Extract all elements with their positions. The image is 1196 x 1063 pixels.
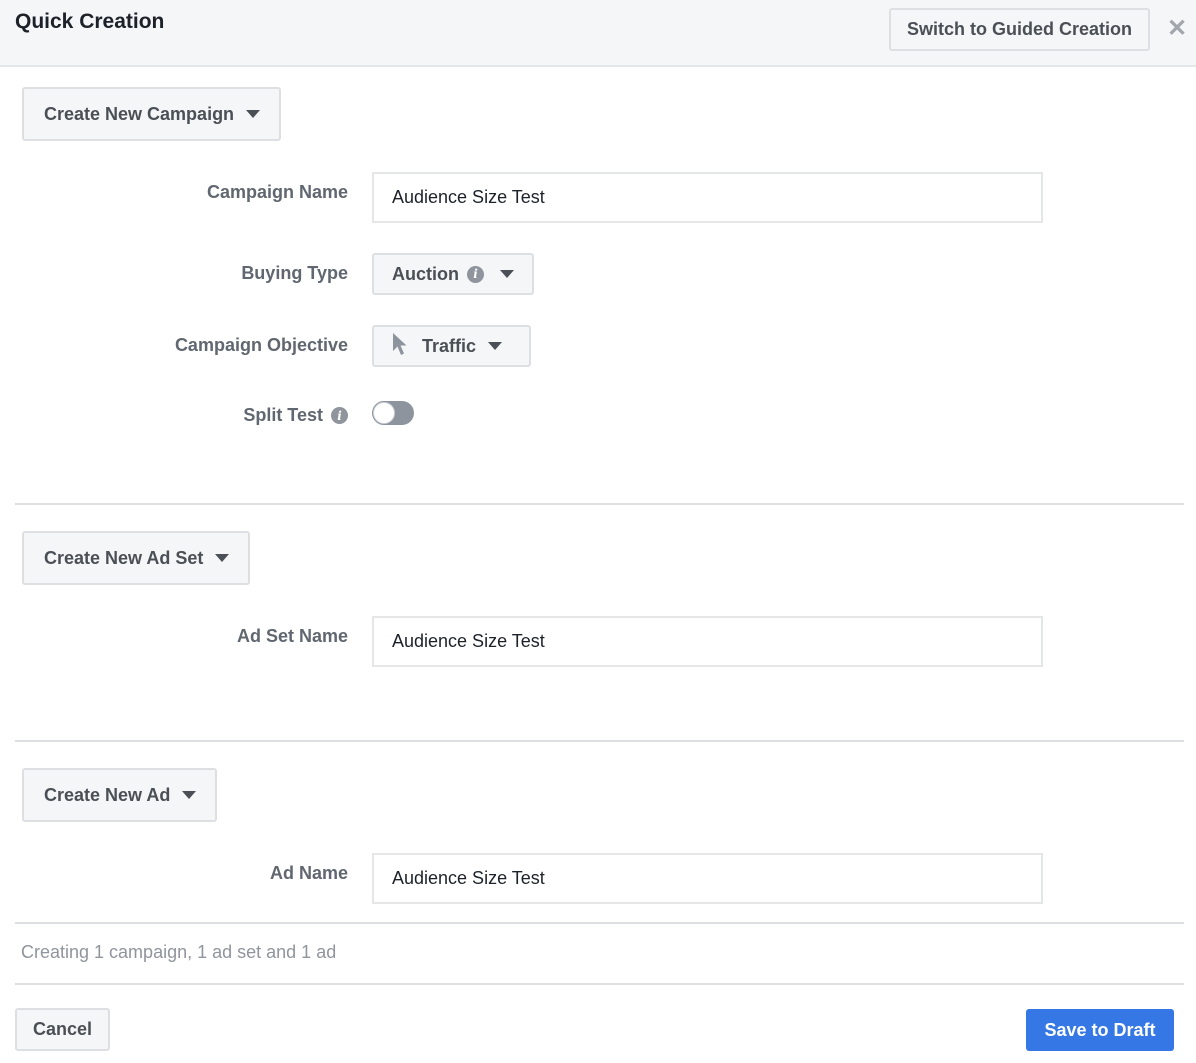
switch-to-guided-creation-button[interactable]: Switch to Guided Creation xyxy=(889,8,1150,51)
save-button-label: Save to Draft xyxy=(1044,1019,1156,1040)
footer-divider xyxy=(15,983,1184,985)
switch-button-label: Switch to Guided Creation xyxy=(906,19,1132,39)
cancel-button-label: Cancel xyxy=(32,1019,93,1039)
save-to-draft-button[interactable]: Save to Draft xyxy=(1026,1009,1174,1051)
campaign-name-input[interactable] xyxy=(372,172,1043,223)
ad-set-name-label: Ad Set Name xyxy=(236,626,348,646)
cancel-button[interactable]: Cancel xyxy=(15,1008,110,1051)
creation-summary: Creating 1 campaign, 1 ad set and 1 ad xyxy=(21,942,337,962)
section-divider xyxy=(15,740,1184,742)
campaign-objective-label: Campaign Objective xyxy=(174,335,348,355)
footer-divider xyxy=(15,922,1184,924)
split-test-label: Split Test xyxy=(243,405,323,425)
objective-value: Traffic xyxy=(422,335,477,356)
caret-down-icon xyxy=(182,791,197,799)
caret-down-icon xyxy=(500,270,514,278)
info-icon[interactable]: i xyxy=(467,265,484,283)
caret-down-icon xyxy=(488,342,503,350)
dialog-title: Quick Creation xyxy=(15,10,165,33)
create-new-ad-set-dropdown[interactable]: Create New Ad Set xyxy=(22,531,250,585)
info-icon[interactable]: i xyxy=(331,407,348,424)
campaign-name-label: Campaign Name xyxy=(206,182,348,202)
buying-type-label: Buying Type xyxy=(241,263,348,283)
cursor-pointer-icon xyxy=(392,332,408,361)
create-ad-set-label: Create New Ad Set xyxy=(44,547,204,568)
buying-type-value: Auction xyxy=(392,263,459,284)
buying-type-dropdown[interactable]: Auction i xyxy=(372,253,534,295)
caret-down-icon xyxy=(215,554,230,562)
create-campaign-label: Create New Campaign xyxy=(44,103,235,124)
campaign-objective-dropdown[interactable]: Traffic xyxy=(372,325,531,367)
dialog-header: Quick Creation Switch to Guided Creation… xyxy=(0,0,1196,67)
ad-set-name-input[interactable] xyxy=(372,616,1043,667)
split-test-toggle[interactable] xyxy=(372,401,414,425)
create-ad-label: Create New Ad xyxy=(44,784,171,805)
create-new-campaign-dropdown[interactable]: Create New Campaign xyxy=(22,87,281,141)
ad-name-input[interactable] xyxy=(372,853,1043,904)
close-icon[interactable]: ✕ xyxy=(1167,17,1187,41)
caret-down-icon xyxy=(246,110,261,118)
section-divider xyxy=(15,503,1184,505)
ad-name-label: Ad Name xyxy=(269,863,348,883)
create-new-ad-dropdown[interactable]: Create New Ad xyxy=(22,768,217,822)
toggle-knob xyxy=(373,402,395,424)
split-test-label-row: Split Test i xyxy=(243,405,348,426)
